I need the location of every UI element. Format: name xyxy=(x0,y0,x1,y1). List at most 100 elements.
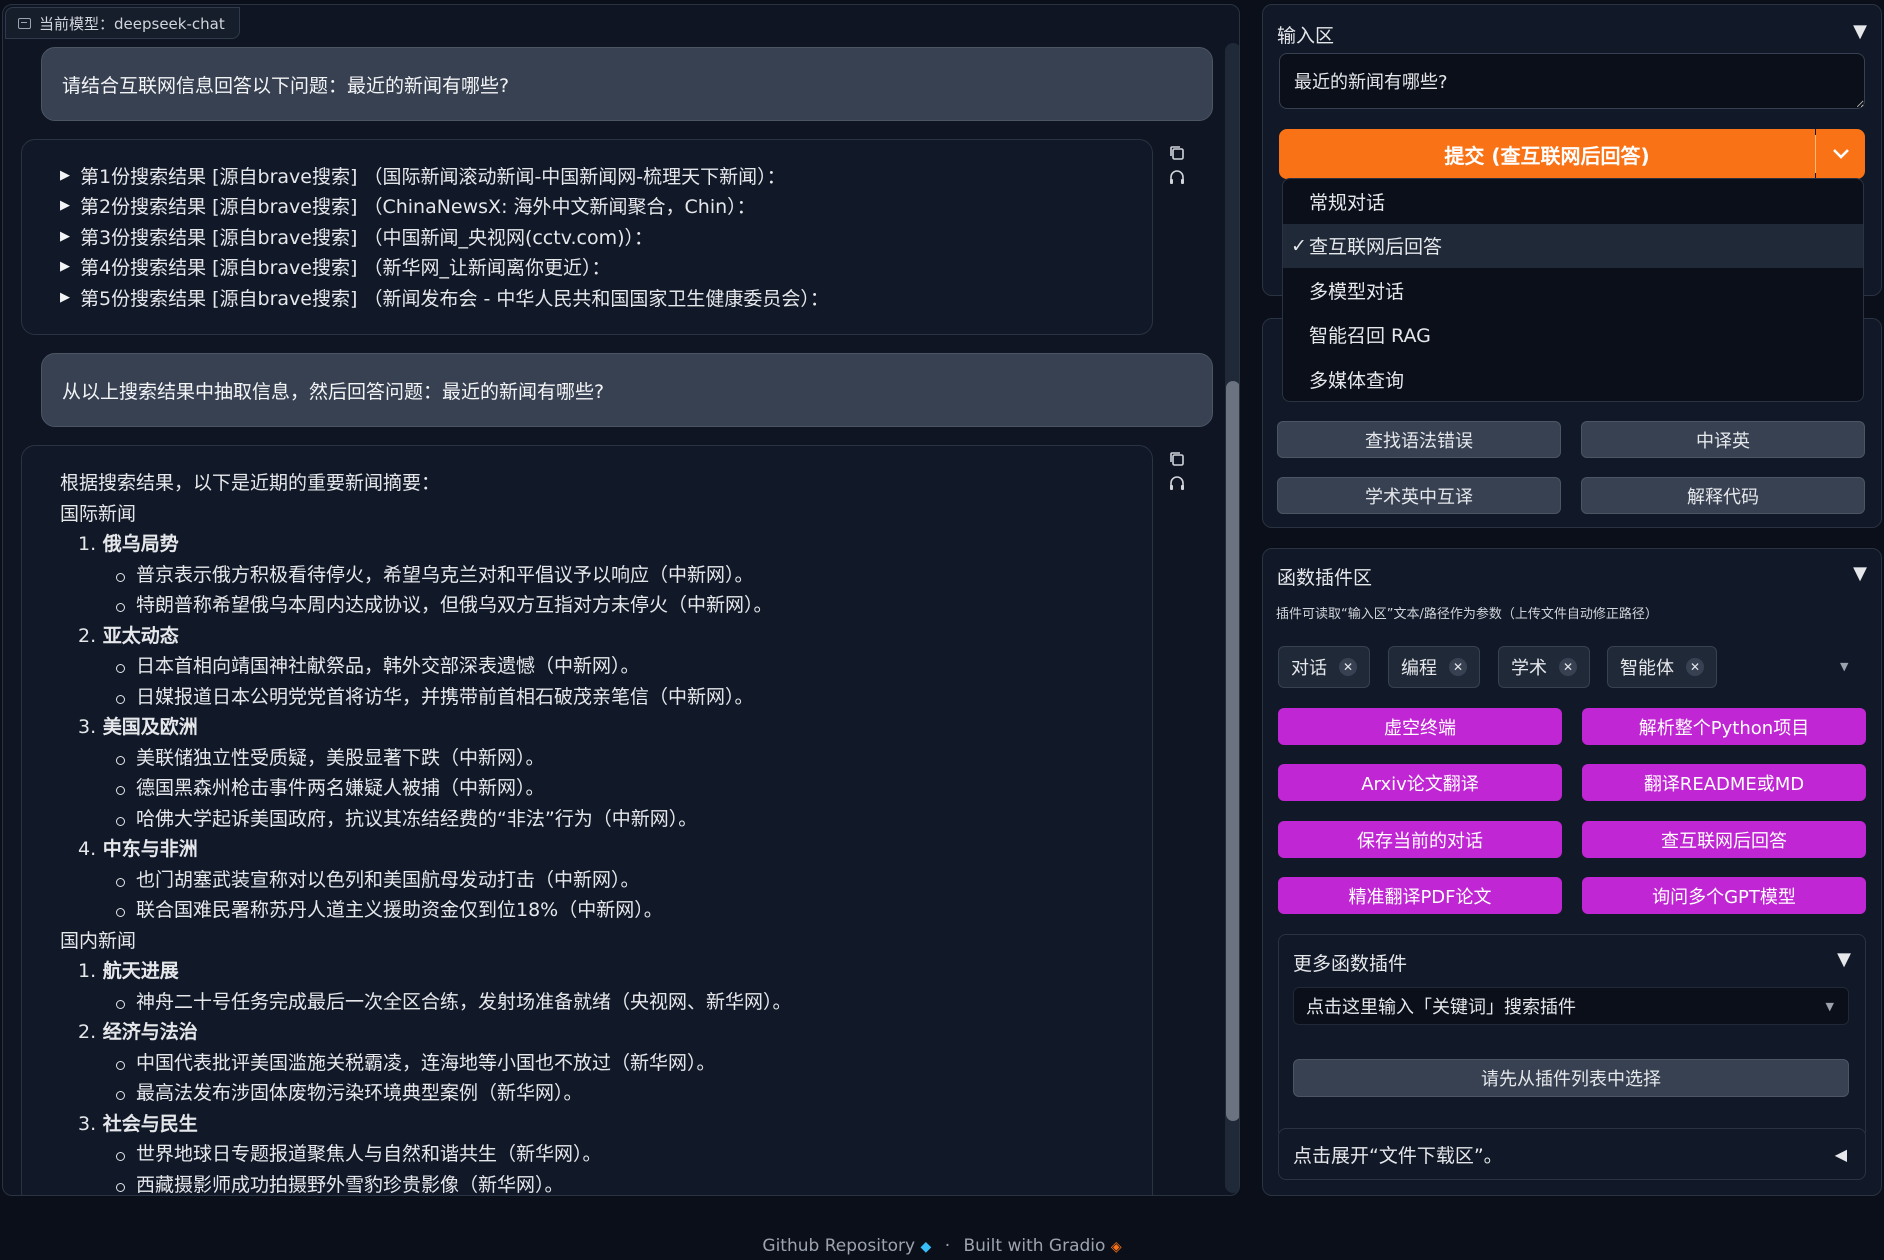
category-chip-agent[interactable]: 智能体 ✕ xyxy=(1607,646,1717,688)
topic-heading: 1. 航天进展 xyxy=(78,960,179,982)
plugin-button-web-search[interactable]: 查互联网后回答 xyxy=(1582,821,1866,858)
input-area-title: 输入区 xyxy=(1277,25,1335,47)
user-message: 请结合互联网信息回答以下问题：最近的新闻有哪些? xyxy=(41,47,1213,121)
copy-icon[interactable] xyxy=(1168,450,1186,468)
topic-heading: 2. 经济与法治 xyxy=(78,1021,198,1043)
news-item: 普京表示俄方积极看待停火，希望乌克兰对和平倡议予以响应（中新网）。 xyxy=(60,560,1152,591)
news-item: 中国代表批评美国滥施关税霸凌，连海地等小国也不放过（新华网）。 xyxy=(60,1048,1152,1079)
news-item: 世界地球日专题报道聚焦人与自然和谐共生（新华网）。 xyxy=(60,1139,1152,1170)
search-result-text: 第4份搜索结果 [源自brave搜索] （新华网_让新闻离你更近）： xyxy=(80,257,611,280)
model-label-badge: 当前模型：deepseek-chat xyxy=(5,7,240,39)
user-message: 从以上搜索结果中抽取信息，然后回答问题：最近的新闻有哪些? xyxy=(41,353,1213,427)
audio-play-icon[interactable] xyxy=(1168,474,1186,492)
search-result-item[interactable]: ▶ 第1份搜索结果 [源自brave搜索] （国际新闻滚动新闻-中国新闻网-梳理天… xyxy=(60,160,1152,191)
collapse-arrow-icon[interactable]: ▼ xyxy=(1837,949,1851,970)
check-icon: ✓ xyxy=(1291,234,1307,257)
mode-option-multi-model[interactable]: 多模型对话 xyxy=(1283,268,1863,313)
layers-icon: ◆ xyxy=(920,1239,932,1255)
search-result-item[interactable]: ▶ 第5份搜索结果 [源自brave搜索] （新闻发布会 - 中华人民共和国国家卫… xyxy=(60,282,1152,313)
submit-button[interactable]: 提交 (查互联网后回答) xyxy=(1279,129,1815,179)
chevron-down-icon: ▼ xyxy=(1825,999,1834,1013)
collapse-arrow-icon[interactable]: ▼ xyxy=(1853,563,1867,584)
plugin-button-virtual-terminal[interactable]: 虚空终端 xyxy=(1278,708,1562,745)
download-area-label: 点击展开“文件下载区”。 xyxy=(1293,1144,1503,1167)
message-actions xyxy=(1168,450,1186,492)
plugin-hint-text: 插件可读取“输入区”文本/路径作为参数（上传文件自动修正路径） xyxy=(1276,607,1658,622)
collapse-arrow-icon[interactable]: ▼ xyxy=(1853,21,1867,42)
footer: Github Repository ◆ · Built with Gradio … xyxy=(0,1236,1884,1256)
topic-heading: 3. 美国及欧洲 xyxy=(78,716,198,738)
search-result-text: 第3份搜索结果 [源自brave搜索] （中国新闻_央视网(cctv.com)）… xyxy=(80,226,653,249)
plugin-button-parse-python[interactable]: 解析整个Python项目 xyxy=(1582,708,1866,745)
news-item: 特朗普称希望俄乌本周内达成协议，但俄乌双方互指对方未停火（中新网）。 xyxy=(60,590,1152,621)
mode-option-multimedia[interactable]: 多媒体查询 xyxy=(1283,357,1863,402)
chat-panel: 当前模型：deepseek-chat 请结合互联网信息回答以下问题：最近的新闻有… xyxy=(2,4,1240,1196)
close-icon[interactable]: ✕ xyxy=(1339,658,1357,676)
section-title: 国际新闻 xyxy=(60,502,137,525)
close-icon[interactable]: ✕ xyxy=(1686,658,1704,676)
plugin-search-dropdown[interactable]: 点击这里输入「关键词」搜索插件 ▼ xyxy=(1293,987,1849,1025)
news-item: 最高法发布涉固体废物污染环境典型案例（新华网）。 xyxy=(60,1078,1152,1109)
expand-triangle-icon: ▶ xyxy=(60,198,70,214)
copy-icon[interactable] xyxy=(1168,144,1186,162)
explain-code-button[interactable]: 解释代码 xyxy=(1581,477,1865,514)
grammar-check-button[interactable]: 查找语法错误 xyxy=(1277,421,1561,458)
mode-option-normal[interactable]: 常规对话 xyxy=(1283,179,1863,224)
chat-scrollbar[interactable] xyxy=(1225,43,1239,1193)
mode-option-web-search[interactable]: ✓ 查互联网后回答 xyxy=(1283,223,1863,268)
select-plugin-button[interactable]: 请先从插件列表中选择 xyxy=(1293,1059,1849,1097)
user-message-text: 请结合互联网信息回答以下问题：最近的新闻有哪些? xyxy=(62,74,510,97)
answer-intro: 根据搜索结果，以下是近期的重要新闻摘要： xyxy=(60,472,441,494)
plugin-button-ask-multi-gpt[interactable]: 询问多个GPT模型 xyxy=(1582,877,1866,914)
expand-triangle-icon: ▶ xyxy=(60,228,70,244)
gradio-link[interactable]: Built with Gradio xyxy=(964,1236,1106,1256)
more-plugins-title: 更多函数插件 xyxy=(1293,953,1408,975)
topic-heading: 2. 亚太动态 xyxy=(78,624,179,647)
question-input[interactable]: 最近的新闻有哪些? xyxy=(1279,53,1865,109)
chevron-down-icon xyxy=(1832,149,1849,159)
plugin-button-translate-readme[interactable]: 翻译README或MD xyxy=(1582,764,1866,801)
plugin-button-arxiv-translate[interactable]: Arxiv论文翻译 xyxy=(1278,764,1562,801)
category-chip-coding[interactable]: 编程 ✕ xyxy=(1388,646,1480,688)
news-item: 日媒报道日本公明党党首将访华，并携带前首相石破茂亲笔信（中新网）。 xyxy=(60,682,1152,713)
news-item: 美联储独立性受质疑，美股显著下跌（中新网）。 xyxy=(60,743,1152,774)
gradio-logo-icon: ◈ xyxy=(1110,1239,1122,1255)
github-link[interactable]: Github Repository xyxy=(762,1236,915,1256)
submit-mode-dropdown[interactable] xyxy=(1815,129,1865,179)
topic-heading: 3. 社会与民生 xyxy=(78,1112,198,1135)
news-item: 神舟二十号任务完成最后一次全区合练，发射场准备就绪（央视网、新华网）。 xyxy=(60,987,1152,1018)
category-dropdown-caret-icon[interactable]: ▼ xyxy=(1840,660,1848,673)
topic-heading: 4. 中东与非洲 xyxy=(78,838,198,860)
search-result-item[interactable]: ▶ 第3份搜索结果 [源自brave搜索] （中国新闻_央视网(cctv.com)… xyxy=(60,221,1152,252)
search-result-item[interactable]: ▶ 第2份搜索结果 [源自brave搜索] （ChinaNewsX: 海外中文新闻… xyxy=(60,191,1152,222)
close-icon[interactable]: ✕ xyxy=(1559,658,1577,676)
user-message-text: 从以上搜索结果中抽取信息，然后回答问题：最近的新闻有哪些? xyxy=(62,380,605,403)
news-item: 联合国难民署称苏丹人道主义援助资金仅到位18%（中新网）。 xyxy=(60,895,1152,926)
plugin-button-translate-pdf[interactable]: 精准翻译PDF论文 xyxy=(1278,877,1562,914)
category-chip-chat[interactable]: 对话 ✕ xyxy=(1278,646,1370,688)
section-title: 国内新闻 xyxy=(60,929,137,952)
footer-separator: · xyxy=(944,1236,951,1256)
mode-dropdown-menu: 常规对话 ✓ 查互联网后回答 多模型对话 智能召回 RAG 多媒体查询 xyxy=(1282,178,1864,402)
news-item: 日本首相向靖国神社献祭品，韩外交部深表遗憾（中新网）。 xyxy=(60,651,1152,682)
search-result-item[interactable]: ▶ 第4份搜索结果 [源自brave搜索] （新华网_让新闻离你更近）： xyxy=(60,252,1152,283)
academic-translate-button[interactable]: 学术英中互译 xyxy=(1277,477,1561,514)
file-download-area[interactable]: 点击展开“文件下载区”。 ◀ xyxy=(1278,1128,1866,1180)
plugin-search-placeholder: 点击这里输入「关键词」搜索插件 xyxy=(1306,997,1576,1018)
category-chip-academic[interactable]: 学术 ✕ xyxy=(1498,646,1590,688)
model-label-text: 当前模型：deepseek-chat xyxy=(39,14,225,33)
plugin-area-title: 函数插件区 xyxy=(1277,567,1373,589)
scrollbar-thumb[interactable] xyxy=(1226,381,1239,1121)
expand-triangle-icon: ▶ xyxy=(60,289,70,305)
answer-content: 根据搜索结果，以下是近期的重要新闻摘要： 国际新闻 1. 俄乌局势 普京表示俄方… xyxy=(22,446,1152,1195)
audio-play-icon[interactable] xyxy=(1168,168,1186,186)
zh-to-en-button[interactable]: 中译英 xyxy=(1581,421,1865,458)
search-result-text: 第1份搜索结果 [源自brave搜索] （国际新闻滚动新闻-中国新闻网-梳理天下… xyxy=(80,165,786,188)
search-result-text: 第2份搜索结果 [源自brave搜索] （ChinaNewsX: 海外中文新闻聚… xyxy=(80,196,756,219)
plugin-button-save-chat[interactable]: 保存当前的对话 xyxy=(1278,821,1562,858)
mode-option-rag[interactable]: 智能召回 RAG xyxy=(1283,313,1863,358)
expand-triangle-icon: ▶ xyxy=(60,259,70,275)
close-icon[interactable]: ✕ xyxy=(1449,658,1467,676)
news-item: 哈佛大学起诉美国政府，抗议其冻结经费的“非法”行为（中新网）。 xyxy=(60,804,1152,835)
expand-arrow-icon[interactable]: ◀ xyxy=(1835,1145,1847,1164)
